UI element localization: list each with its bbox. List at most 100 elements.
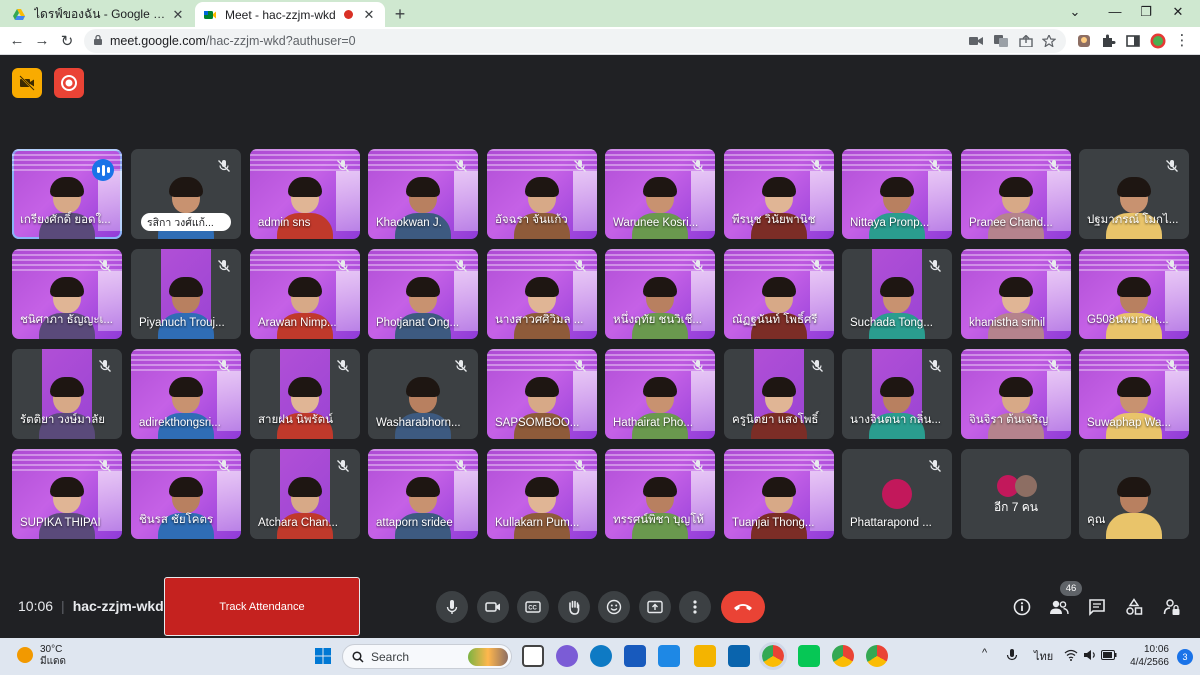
reload-button[interactable]: ↻ — [57, 32, 77, 50]
chrome-icon[interactable] — [759, 642, 787, 670]
participant-tile[interactable]: อีก 7 คน — [961, 449, 1071, 539]
recording-indicator[interactable] — [54, 68, 84, 98]
participant-tile[interactable]: ปฐมาภรณ์ โมกไ... — [1079, 149, 1189, 239]
participant-tile[interactable]: สายฝน นิพรัตน์ — [250, 349, 360, 439]
edge-browser-icon[interactable] — [590, 645, 612, 667]
participant-tile[interactable]: รสิกา วงศ์แก้... — [131, 149, 241, 239]
taskbar-search-box[interactable]: Search — [342, 644, 512, 669]
participant-tile[interactable]: Photjanat Ong... — [368, 249, 478, 339]
more-options-button[interactable] — [679, 591, 711, 623]
leave-call-button[interactable] — [721, 591, 765, 623]
profile-avatar-icon[interactable] — [1150, 33, 1166, 49]
participant-tile[interactable]: นางสาวศศิวิมล ... — [487, 249, 597, 339]
activities-button[interactable] — [1123, 596, 1145, 618]
participant-tile[interactable]: Suwaphap Wa... — [1079, 349, 1189, 439]
participant-tile[interactable]: อัจฉรา จันแก้ว — [487, 149, 597, 239]
tab-search-button[interactable]: ⌄ — [1060, 4, 1090, 20]
side-panel-icon[interactable] — [1125, 33, 1141, 49]
participant-tile[interactable]: Tuanjai Thong... — [724, 449, 834, 539]
mail-icon[interactable] — [728, 645, 750, 667]
participant-tile[interactable]: Phattarapond ... — [842, 449, 952, 539]
participant-tile[interactable]: Khaokwan J. — [368, 149, 478, 239]
participant-tile[interactable]: Kullakarn Pum... — [487, 449, 597, 539]
captions-button[interactable]: CC — [517, 591, 549, 623]
participant-tile[interactable]: รัตติยา วงษ์มาลัย — [12, 349, 122, 439]
chrome-menu-button[interactable]: ⋮ — [1172, 31, 1192, 49]
notification-badge[interactable]: 3 — [1177, 649, 1193, 665]
present-screen-button[interactable] — [639, 591, 671, 623]
participant-tile[interactable]: ชนิศาภา ธัญญะเ... — [12, 249, 122, 339]
participant-tile[interactable]: SUPIKA THIPAI — [12, 449, 122, 539]
bookmark-star-icon[interactable] — [1042, 35, 1056, 47]
chat-teams-icon[interactable] — [556, 645, 578, 667]
task-view-icon[interactable] — [522, 645, 544, 667]
translate-icon[interactable] — [994, 35, 1008, 47]
system-clock[interactable]: 10:06 4/4/2566 — [1123, 643, 1169, 669]
people-button[interactable] — [1048, 596, 1070, 618]
participant-tile[interactable]: นางจินตนา กลิ่น... — [842, 349, 952, 439]
participant-tile[interactable]: adirekthongsri... — [131, 349, 241, 439]
line-app-icon[interactable] — [798, 645, 820, 667]
camera-off-indicator[interactable] — [12, 68, 42, 98]
close-tab-icon[interactable]: ✕ — [361, 7, 377, 23]
participant-tile[interactable]: khanistha srinil — [961, 249, 1071, 339]
file-explorer-icon[interactable] — [694, 645, 716, 667]
participant-tile[interactable]: ณัฏฐนันท์ โพธิ์ศรี — [724, 249, 834, 339]
close-tab-icon[interactable]: ✕ — [170, 7, 186, 23]
participant-tile[interactable]: Washarabhorn... — [368, 349, 478, 439]
volume-icon[interactable] — [1083, 649, 1097, 661]
participant-tile[interactable]: Nittaya Pronp... — [842, 149, 952, 239]
participant-tile[interactable]: Warunee Kosri... — [605, 149, 715, 239]
camera-button[interactable] — [477, 591, 509, 623]
participant-tile[interactable]: G508นพมาศ เ... — [1079, 249, 1189, 339]
tab-meet[interactable]: Meet - hac-zzjm-wkd ✕ — [195, 2, 385, 27]
camera-blocked-icon[interactable] — [969, 35, 983, 47]
participant-tile[interactable]: admin sns — [250, 149, 360, 239]
participant-tile[interactable]: Pranee Chand... — [961, 149, 1071, 239]
participant-tile[interactable]: Hathairat Pho... — [605, 349, 715, 439]
microphone-tray-icon[interactable] — [1006, 648, 1018, 662]
participant-tile[interactable]: Arawan Nimp... — [250, 249, 360, 339]
language-indicator[interactable]: ไทย — [1034, 647, 1053, 665]
microphone-button[interactable] — [436, 591, 468, 623]
extensions-puzzle-icon[interactable] — [1100, 33, 1116, 49]
close-window-button[interactable]: ✕ — [1163, 4, 1193, 20]
weather-sun-icon[interactable] — [17, 647, 33, 663]
participant-tile[interactable]: คุณ — [1079, 449, 1189, 539]
maximize-button[interactable]: ❐ — [1131, 4, 1161, 20]
participant-tile[interactable]: หนึ่งฤทัย ชนวิเชี... — [605, 249, 715, 339]
address-bar[interactable]: meet.google.com/hac-zzjm-wkd?authuser=0 — [84, 29, 1066, 53]
back-button[interactable]: ← — [7, 32, 27, 49]
participant-tile[interactable]: SAPSOMBOO... — [487, 349, 597, 439]
meeting-details-button[interactable] — [1011, 596, 1033, 618]
weather-widget[interactable]: 30°C มีแดด — [40, 644, 66, 668]
forward-button[interactable]: → — [32, 32, 52, 49]
share-icon[interactable] — [1019, 35, 1033, 47]
participant-tile[interactable]: ครูนิตยา แสงโพธิ์ — [724, 349, 834, 439]
word-icon[interactable] — [624, 645, 646, 667]
participant-tile[interactable]: พีรนุช วินัยพานิช — [724, 149, 834, 239]
chat-button[interactable] — [1086, 596, 1108, 618]
chrome-profile-2-icon[interactable] — [866, 645, 888, 667]
new-tab-button[interactable]: + — [390, 4, 410, 25]
participant-tile[interactable]: Piyanuch Trouj... — [131, 249, 241, 339]
participant-tile[interactable]: จินจิรา ต้นเจริญ — [961, 349, 1071, 439]
minimize-button[interactable]: — — [1100, 4, 1130, 19]
show-hidden-icons-icon[interactable]: ^ — [982, 647, 987, 659]
track-attendance-button[interactable]: Track Attendance — [164, 577, 360, 636]
reactions-button[interactable] — [598, 591, 630, 623]
participant-tile[interactable]: attaporn sridee — [368, 449, 478, 539]
participant-tile[interactable]: ทรรศน์พิชา บุญโห้ — [605, 449, 715, 539]
tab-google-drive[interactable]: ไดรฟ์ของฉัน - Google ไดรฟ์ ✕ — [4, 2, 194, 27]
chrome-profile-icon[interactable] — [832, 645, 854, 667]
participant-tile[interactable]: ชินรส ชัยโคตร — [131, 449, 241, 539]
host-controls-button[interactable] — [1161, 596, 1183, 618]
raise-hand-button[interactable] — [558, 591, 590, 623]
letter-l-app-icon[interactable] — [658, 645, 680, 667]
participant-tile[interactable]: เกรียงศักดิ์ ยอดใ... — [12, 149, 122, 239]
wifi-icon[interactable] — [1064, 649, 1078, 661]
participant-tile[interactable]: Atchara Chan... — [250, 449, 360, 539]
battery-icon[interactable] — [1101, 650, 1117, 660]
extension-avatar-icon[interactable] — [1076, 33, 1092, 49]
participant-tile[interactable]: Suchada Tong... — [842, 249, 952, 339]
